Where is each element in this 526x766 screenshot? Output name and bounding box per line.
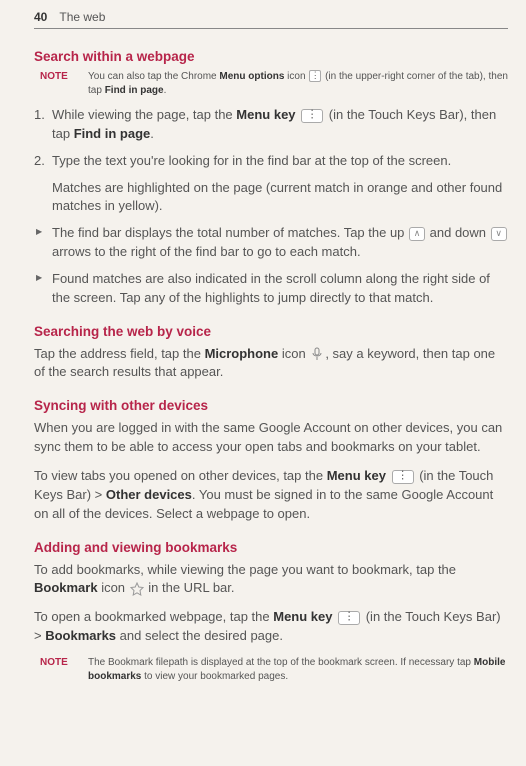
page-number: 40: [34, 10, 47, 24]
bookmarks-p1: To add bookmarks, while viewing the page…: [34, 561, 508, 599]
heading-voice: Searching the web by voice: [34, 324, 508, 339]
menu-key-icon: [338, 611, 360, 625]
page-header: 40 The web: [34, 10, 508, 29]
bullet-item: The find bar displays the total number o…: [34, 224, 508, 262]
microphone-icon: [310, 347, 324, 361]
note-label: NOTE: [40, 70, 88, 82]
note-label: NOTE: [40, 656, 88, 668]
note-search-within: NOTE You can also tap the Chrome Menu op…: [34, 70, 508, 98]
step-item: Type the text you're looking for in the …: [34, 152, 508, 171]
note-text: The Bookmark filepath is displayed at th…: [88, 656, 508, 684]
up-arrow-icon: [409, 227, 425, 241]
note-bookmarks: NOTE The Bookmark filepath is displayed …: [34, 656, 508, 684]
menu-key-icon: [301, 109, 323, 123]
menu-options-icon: [309, 70, 321, 82]
note-text: You can also tap the Chrome Menu options…: [88, 70, 508, 98]
voice-paragraph: Tap the address field, tap the Microphon…: [34, 345, 508, 383]
step-item: While viewing the page, tap the Menu key…: [34, 106, 508, 144]
heading-search-within: Search within a webpage: [34, 49, 508, 64]
down-arrow-icon: [491, 227, 507, 241]
menu-key-icon: [392, 470, 414, 484]
heading-bookmarks: Adding and viewing bookmarks: [34, 540, 508, 555]
bookmark-star-icon: [130, 582, 144, 596]
bullet-list: The find bar displays the total number o…: [34, 224, 508, 307]
bullet-item: Found matches are also indicated in the …: [34, 270, 508, 308]
header-title: The web: [59, 10, 105, 24]
steps-list: While viewing the page, tap the Menu key…: [34, 106, 508, 171]
syncing-p2: To view tabs you opened on other devices…: [34, 467, 508, 524]
heading-syncing: Syncing with other devices: [34, 398, 508, 413]
bookmarks-p2: To open a bookmarked webpage, tap the Me…: [34, 608, 508, 646]
step-sub-paragraph: Matches are highlighted on the page (cur…: [52, 179, 508, 217]
syncing-p1: When you are logged in with the same Goo…: [34, 419, 508, 457]
